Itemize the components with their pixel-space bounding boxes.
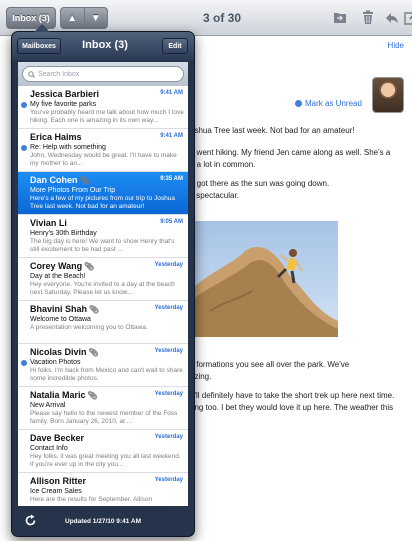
message-time: Yesterday xyxy=(154,391,183,397)
unread-dot-icon xyxy=(21,102,27,108)
list-item[interactable]: Dan Cohen 📎︎ 9:35 AM More Photos From Our T… xyxy=(18,172,188,215)
inbox-popover: Mailboxes Inbox (3) Edit Jessica Barbier… xyxy=(11,24,195,537)
message-preview: Here's a few of my pictures from our tri… xyxy=(30,195,176,210)
sender-name: Erica Haims xyxy=(30,132,82,142)
message-preview: John, Wednesday would be great. I'll hav… xyxy=(30,152,177,167)
message-subject: Welcome to Ottawa xyxy=(30,316,91,323)
unread-dot-icon xyxy=(295,100,302,107)
sender-name: Allison Ritter xyxy=(30,476,87,486)
sender-name: Dan Cohen xyxy=(30,175,78,185)
message-body-line: e got there as the sun was going down. xyxy=(190,179,330,188)
sender-name: Jessica Barbieri xyxy=(30,89,100,99)
message-time: Yesterday xyxy=(154,348,183,354)
list-item[interactable]: Natalia Maric 📎︎ Yesterday New Arrival Pleas… xyxy=(18,387,188,430)
paperclip-icon: 📎︎ xyxy=(84,262,95,271)
list-item[interactable]: Bhavini Shah 📎︎ Yesterday Welcome to Ottawa… xyxy=(18,301,188,344)
mark-as-unread-label: Mark as Unread xyxy=(305,99,362,108)
hide-details-link[interactable]: Hide xyxy=(388,41,404,50)
message-time: 9:41 AM xyxy=(160,133,183,139)
search-bar xyxy=(18,62,188,86)
message-subject: Day at the Beach! xyxy=(30,273,86,280)
search-input[interactable] xyxy=(38,70,168,78)
mark-as-unread-link[interactable]: Mark as Unread xyxy=(295,99,362,108)
message-preview: You've probably heard me talk about how … xyxy=(30,109,184,124)
message-list: Jessica Barbieri 9:41 AM My five favorite … xyxy=(18,62,188,506)
search-field[interactable] xyxy=(22,66,184,82)
sender-name: Nicolas Divin xyxy=(30,347,87,357)
edit-button[interactable]: Edit xyxy=(162,38,188,54)
trash-icon[interactable] xyxy=(361,10,375,25)
message-subject: Ice Cream Sales xyxy=(30,488,82,495)
message-body-line: e went hiking. My friend Jen came along … xyxy=(190,148,391,157)
message-subject: More Photos From Our Trip xyxy=(30,187,116,194)
folder-move-icon[interactable] xyxy=(333,10,347,25)
message-subject: Vacation Photos xyxy=(30,359,81,366)
message-subject: New Arrival xyxy=(30,402,66,409)
paperclip-icon: 📎︎ xyxy=(88,348,99,357)
sender-name: Natalia Maric xyxy=(30,390,86,400)
sender-avatar xyxy=(373,78,403,112)
message-time: Yesterday xyxy=(154,434,183,440)
message-body-line: k formations you see all over the park. … xyxy=(190,360,350,369)
sender-name: Bhavini Shah xyxy=(30,304,88,314)
search-icon xyxy=(28,70,35,78)
message-preview: Here are the results for September. Alli… xyxy=(30,496,153,503)
message-subject: My five favorite parks xyxy=(30,101,97,108)
paperclip-icon: 📎︎ xyxy=(87,391,98,400)
refresh-icon[interactable] xyxy=(24,514,37,527)
sender-name: Vivian Li xyxy=(30,218,67,228)
popover-footer: Updated 1/27/10 9:41 AM xyxy=(12,506,194,536)
message-time: 9:35 AM xyxy=(160,176,183,182)
message-preview: Hey everyone. You're invited to a day at… xyxy=(30,281,175,296)
compose-icon[interactable] xyxy=(404,10,412,25)
popover-arrow xyxy=(34,24,50,32)
message-list-items: Jessica Barbieri 9:41 AM My five favorite … xyxy=(18,86,188,506)
last-updated-text: Updated 1/27/10 9:41 AM xyxy=(65,517,141,525)
list-item[interactable]: Nicolas Divin 📎︎ Yesterday Vacation Photos H… xyxy=(18,344,188,387)
message-time: Yesterday xyxy=(154,477,183,483)
paperclip-icon: 📎︎ xyxy=(89,305,100,314)
list-item[interactable]: Jessica Barbieri 9:41 AM My five favorite … xyxy=(18,86,188,129)
reply-icon[interactable] xyxy=(385,10,399,25)
message-time: 9:41 AM xyxy=(160,90,183,96)
message-subject: Contact Info xyxy=(30,445,68,452)
message-body-line: oshua Tree last week. Not bad for an ama… xyxy=(190,126,355,135)
message-preview: Please say hello to the newest member of… xyxy=(30,410,178,425)
message-body-line: e a lot in common. xyxy=(190,160,256,169)
popover-header: Mailboxes Inbox (3) Edit xyxy=(12,32,194,60)
message-counter: 3 of 30 xyxy=(202,11,241,25)
sender-name: Dave Becker xyxy=(30,433,85,443)
message-time: Yesterday xyxy=(154,305,183,311)
paperclip-icon: 📎︎ xyxy=(79,176,90,185)
message-body-line: s spectacular. xyxy=(190,191,239,200)
message-time: Yesterday xyxy=(154,262,183,268)
list-item[interactable]: Vivian Li 9:05 AM Henry's 30th Birthday The… xyxy=(18,215,188,258)
list-item[interactable]: Allison Ritter Yesterday Ice Cream Sales He… xyxy=(18,473,188,506)
unread-dot-icon xyxy=(21,360,27,366)
list-item[interactable]: Erica Haims 9:41 AM Re: Help with somethin… xyxy=(18,129,188,172)
sender-name: Corey Wang xyxy=(30,261,83,271)
message-time: 9:05 AM xyxy=(160,219,183,225)
list-item[interactable]: Dave Becker Yesterday Contact Info Hey folk… xyxy=(18,430,188,473)
message-photo xyxy=(190,221,338,337)
message-subject: Henry's 30th Birthday xyxy=(30,230,97,237)
message-preview: Hey folks, it was great meeting you all … xyxy=(30,453,181,468)
message-preview: The big day is here! We want to show Hen… xyxy=(30,238,175,253)
list-item[interactable]: Corey Wang 📎︎ Yesterday Day at the Beach! He… xyxy=(18,258,188,301)
message-preview: A presentation welcoming you to Ottawa. xyxy=(30,324,148,331)
message-subject: Re: Help with something xyxy=(30,144,106,151)
message-preview: Hi folks. I'm back from Mexico and can't… xyxy=(30,367,183,382)
message-body-line: ong too. I bet they would love it up her… xyxy=(190,403,394,412)
message-body-line: e'll definitely have to take the short t… xyxy=(190,391,395,400)
unread-dot-icon xyxy=(21,145,27,151)
